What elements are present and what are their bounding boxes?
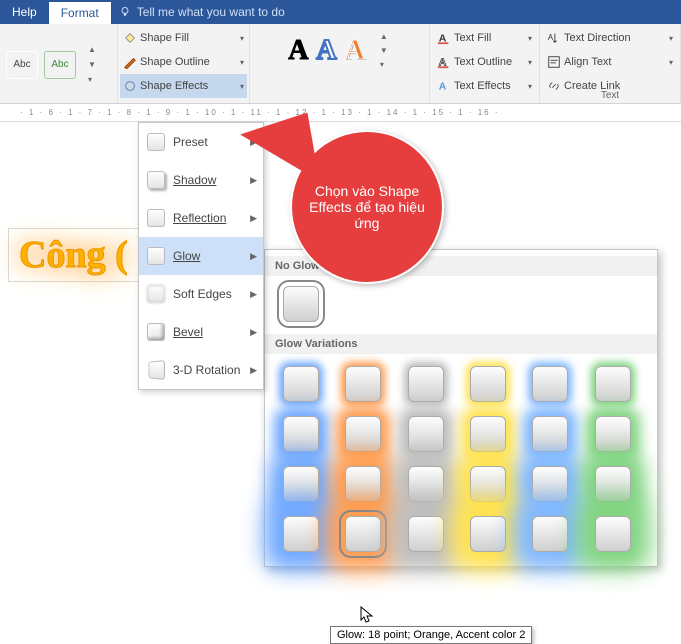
wordart-style-1[interactable]: A (288, 35, 308, 67)
document-area: Công ( Preset▶ Shadow▶ Reflection▶ Glow▶… (0, 122, 681, 565)
glow-option-r0-c4[interactable] (532, 366, 568, 402)
group-wordart-styles: A A A ▲ ▼ ▾ (250, 24, 430, 103)
glow-option-r3-c2[interactable] (408, 516, 444, 552)
shape-effects-label: Shape Effects (140, 80, 208, 92)
horizontal-ruler: · 1 · 6 · 1 · 7 · 1 · 8 · 1 · 9 · 1 · 10… (0, 104, 681, 122)
glow-option-r2-c1[interactable] (345, 466, 381, 502)
glow-tooltip: Glow: 18 point; Orange, Accent color 2 (330, 626, 532, 644)
effects-icon (123, 79, 137, 93)
fx-bevel-label: Bevel (173, 325, 203, 339)
glow-option-r1-c2[interactable] (408, 416, 444, 452)
svg-text:A: A (548, 33, 554, 42)
glow-option-r0-c3[interactable] (470, 366, 506, 402)
gallery-down-icon[interactable]: ▼ (88, 60, 96, 69)
glow-option-r2-c3[interactable] (470, 466, 506, 502)
text-fill-label: Text Fill (454, 32, 491, 44)
fx-preset-label: Preset (173, 135, 208, 149)
glow-option-r0-c5[interactable] (595, 366, 631, 402)
tell-me-label: Tell me what you want to do (137, 5, 285, 19)
callout-text: Chọn vào Shape Effects để tạo hiệu ứng (306, 183, 428, 231)
tab-format[interactable]: Format (49, 0, 111, 24)
shape-fill-button[interactable]: Shape Fill▾ (120, 26, 247, 50)
text-outline-icon: A (437, 55, 451, 69)
text-effects-label: Text Effects (454, 80, 511, 92)
glow-option-r3-c5[interactable] (595, 516, 631, 552)
text-outline-label: Text Outline (454, 56, 512, 68)
mouse-cursor-icon (360, 606, 374, 624)
fx-glow-label: Glow (173, 249, 200, 263)
fx-3d-rotation[interactable]: 3-D Rotation▶ (139, 351, 263, 389)
shape-fill-label: Shape Fill (140, 32, 189, 44)
text-fill-icon: A (437, 31, 451, 45)
glow-option-r3-c3[interactable] (470, 516, 506, 552)
wordart-style-3[interactable]: A (345, 35, 365, 67)
ribbon-tabs: Help Format Tell me what you want to do (0, 0, 681, 24)
shape-style-preset-2[interactable]: Abc (44, 51, 76, 79)
glow-option-r0-c0[interactable] (283, 366, 319, 402)
glow-option-r2-c4[interactable] (532, 466, 568, 502)
fx-reflection-label: Reflection (173, 211, 226, 225)
glow-option-r0-c1[interactable] (345, 366, 381, 402)
glow-variations-grid (265, 354, 657, 558)
text-direction-button[interactable]: A Text Direction▾ (544, 26, 676, 50)
wordart-style-2[interactable]: A (316, 35, 336, 67)
fx-shadow-label: Shadow (173, 173, 216, 187)
glow-submenu: No Glow Glow Variations (264, 249, 658, 567)
gallery-more-icon[interactable]: ▾ (88, 75, 92, 84)
ribbon: Abc Abc ▲ ▼ ▾ Shape Fill▾ Shape Outline▾… (0, 24, 681, 104)
group-text: A Text Direction▾ Align Text▾ Create Lin… (540, 24, 681, 103)
fx-reflection[interactable]: Reflection▶ (139, 199, 263, 237)
text-effects-button[interactable]: A Text Effects▾ (434, 74, 535, 98)
fx-rotation-label: 3-D Rotation (173, 363, 240, 377)
align-text-button[interactable]: Align Text▾ (544, 50, 676, 74)
tab-help[interactable]: Help (0, 0, 49, 24)
fx-bevel[interactable]: Bevel▶ (139, 313, 263, 351)
glow-option-r2-c5[interactable] (595, 466, 631, 502)
text-direction-icon: A (547, 31, 561, 45)
pen-icon (123, 55, 137, 69)
glow-option-r3-c4[interactable] (532, 516, 568, 552)
wa-more-icon[interactable]: ▾ (377, 58, 391, 72)
glow-option-r0-c2[interactable] (408, 366, 444, 402)
wa-up-icon[interactable]: ▲ (377, 30, 391, 44)
shape-outline-label: Shape Outline (140, 56, 210, 68)
gallery-up-icon[interactable]: ▲ (88, 45, 96, 54)
svg-text:A: A (439, 81, 447, 93)
glow-option-r2-c2[interactable] (408, 466, 444, 502)
shape-style-preset-1[interactable]: Abc (6, 51, 38, 79)
fx-soft-edges[interactable]: Soft Edges▶ (139, 275, 263, 313)
align-text-label: Align Text (564, 56, 612, 68)
glow-option-r1-c0[interactable] (283, 416, 319, 452)
no-glow-option[interactable] (283, 286, 319, 322)
glow-option-r1-c4[interactable] (532, 416, 568, 452)
group-shape-format: Shape Fill▾ Shape Outline▾ Shape Effects… (118, 24, 250, 103)
glow-option-r3-c1[interactable] (345, 516, 381, 552)
glow-variations-header: Glow Variations (265, 334, 657, 354)
fx-soft-label: Soft Edges (173, 287, 232, 301)
glow-option-r1-c1[interactable] (345, 416, 381, 452)
glow-option-r2-c0[interactable] (283, 466, 319, 502)
align-text-icon (547, 55, 561, 69)
text-outline-button[interactable]: A Text Outline▾ (434, 50, 535, 74)
text-fill-button[interactable]: A Text Fill▾ (434, 26, 535, 50)
wordart-sample-text[interactable]: Công ( (8, 228, 139, 282)
glow-option-r1-c3[interactable] (470, 416, 506, 452)
group-shape-styles-gallery: Abc Abc ▲ ▼ ▾ (0, 24, 118, 103)
shape-effects-button[interactable]: Shape Effects▾ (120, 74, 247, 98)
lightbulb-icon (119, 6, 131, 18)
text-effects-icon: A (437, 79, 451, 93)
wa-down-icon[interactable]: ▼ (377, 44, 391, 58)
group-text-label: Text (540, 90, 680, 101)
group-text-format: A Text Fill▾ A Text Outline▾ A Text Effe… (430, 24, 540, 103)
glow-option-r1-c5[interactable] (595, 416, 631, 452)
bucket-icon (123, 31, 137, 45)
tell-me-search[interactable]: Tell me what you want to do (111, 0, 293, 24)
annotation-callout: Chọn vào Shape Effects để tạo hiệu ứng (290, 130, 444, 284)
text-direction-label: Text Direction (564, 32, 631, 44)
shape-outline-button[interactable]: Shape Outline▾ (120, 50, 247, 74)
glow-option-r3-c0[interactable] (283, 516, 319, 552)
fx-glow[interactable]: Glow▶ (139, 237, 263, 275)
fx-shadow[interactable]: Shadow▶ (139, 161, 263, 199)
